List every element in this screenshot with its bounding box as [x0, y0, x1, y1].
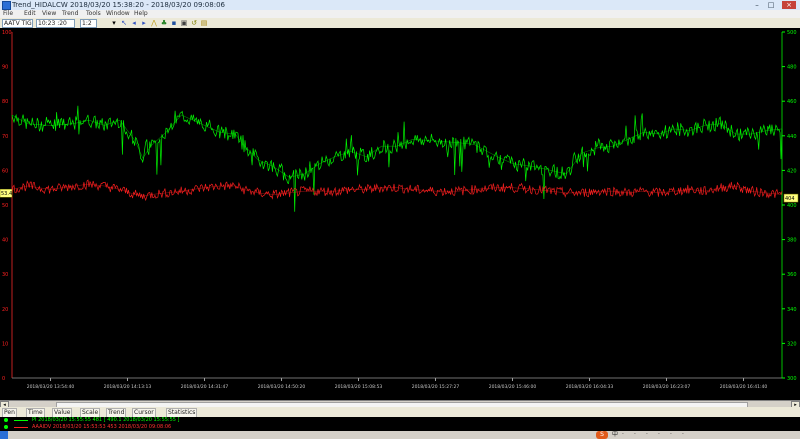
menu-window[interactable]: Window: [106, 10, 130, 18]
menu-trend[interactable]: Trend: [62, 10, 78, 18]
legend-swatch: [14, 427, 28, 428]
menu-help[interactable]: Help: [134, 10, 148, 18]
x-tick-label: 2018/03/20 13:54:40: [27, 384, 75, 390]
x-tick-label: 2018/03/20 15:27:27: [412, 384, 460, 390]
left-tick-label: 0: [2, 376, 5, 382]
legend-text: AAAIDV 2018/03/20 15:53:53 453 2018/03/2…: [32, 424, 172, 430]
x-tick-label: 2018/03/20 16:41:40: [720, 384, 768, 390]
tray-icon[interactable]: ·: [682, 432, 684, 438]
minimize-button[interactable]: –: [752, 1, 762, 9]
left-tick-label: 80: [2, 99, 8, 105]
pen-indicator-icon: [4, 425, 8, 429]
left-tick-label: 40: [2, 238, 8, 244]
right-tick-label: 500: [787, 30, 797, 36]
left-tick-label: 10: [2, 341, 8, 347]
right-tick-label: 420: [787, 168, 797, 174]
left-tick-label: 50: [2, 203, 8, 209]
print-icon[interactable]: ▤: [200, 19, 208, 27]
ime-icon[interactable]: S: [596, 431, 608, 439]
app-icon: [2, 1, 11, 10]
pen-legend: PI 2018/03/20 15:55:55 481 [ 490.1 2018/…: [0, 417, 800, 431]
right-tick-label: 400: [787, 203, 797, 209]
menu-bar: File Edit View Trend Tools Window Help: [0, 10, 800, 18]
pan-right-icon[interactable]: ▸: [140, 19, 148, 27]
tag-field[interactable]: AATV TIG: [2, 19, 33, 28]
maximize-button[interactable]: □: [766, 1, 776, 9]
series-line-aaaidv: [11, 179, 783, 202]
close-button[interactable]: ×: [782, 1, 796, 9]
left-tick-label: 70: [2, 134, 8, 140]
tray-icon[interactable]: ·: [622, 432, 624, 438]
menu-tools[interactable]: Tools: [86, 10, 101, 18]
x-tick-label: 2018/03/20 14:13:13: [104, 384, 152, 390]
menu-view[interactable]: View: [42, 10, 56, 18]
tray-icon[interactable]: ·: [634, 432, 636, 438]
right-tick-label: 440: [787, 134, 797, 140]
window-title: Trend_HIDALCW 2018/03/20 15:38:20 - 2018…: [12, 1, 225, 9]
refresh-icon[interactable]: ↺: [190, 19, 198, 27]
start-icon[interactable]: [0, 431, 8, 439]
right-tick-label: 300: [787, 376, 797, 382]
right-tick-label: 460: [787, 99, 797, 105]
legend-text: PI 2018/03/20 15:55:55 481 [ 490.1 2018/…: [32, 417, 180, 423]
left-tick-label: 20: [2, 307, 8, 313]
chevron-down-icon[interactable]: ▾: [110, 19, 118, 27]
tray-icon[interactable]: ·: [646, 432, 648, 438]
tray-icon[interactable]: ·: [658, 432, 660, 438]
right-tick-label: 340: [787, 307, 797, 313]
left-tick-label: 30: [2, 272, 8, 278]
legend-row[interactable]: AAAIDV 2018/03/20 15:53:53 453 2018/03/2…: [0, 424, 600, 431]
cursor-icon[interactable]: ↖: [120, 19, 128, 27]
pan-left-icon[interactable]: ◂: [130, 19, 138, 27]
legend-swatch: [14, 420, 28, 421]
legend-row[interactable]: PI 2018/03/20 15:55:55 481 [ 490.1 2018/…: [0, 417, 600, 424]
taskbar: S 中 · · · · · ·: [0, 431, 800, 439]
x-tick-label: 2018/03/20 16:23:07: [643, 384, 691, 390]
flag-icon[interactable]: ▪: [170, 19, 178, 27]
zoom-icon[interactable]: ▣: [180, 19, 188, 27]
left-tick-label: 90: [2, 65, 8, 71]
series-trend-pi: [11, 114, 783, 178]
right-current-value: 404: [785, 196, 795, 202]
trend-icon[interactable]: ⋀: [150, 19, 158, 27]
x-tick-label: 2018/03/20 15:08:53: [335, 384, 383, 390]
right-tick-label: 480: [787, 65, 797, 71]
right-tick-label: 380: [787, 238, 797, 244]
right-tick-label: 320: [787, 341, 797, 347]
ime-lang-label[interactable]: 中: [612, 432, 618, 438]
left-tick-label: 60: [2, 168, 8, 174]
series-line-pi: [11, 105, 783, 212]
menu-file[interactable]: File: [3, 10, 13, 18]
x-tick-label: 2018/03/20 15:46:00: [489, 384, 537, 390]
series-trend-aaaidv: [11, 183, 783, 197]
tray-icon[interactable]: ·: [670, 432, 672, 438]
x-tick-label: 2018/03/20 14:31:47: [181, 384, 229, 390]
extra-field[interactable]: 1:2: [80, 19, 97, 28]
pen-indicator-icon: [4, 418, 8, 422]
menu-edit[interactable]: Edit: [24, 10, 36, 18]
trend-plot: 1009080706050403020100500480460440420400…: [0, 30, 799, 390]
trend-chart[interactable]: 100 90 80 70 60 50 40 30 20 10 0 500 480 460 440 420 400…: [0, 28, 800, 400]
scale-icon[interactable]: ♣: [160, 19, 168, 27]
left-tick-label: 100: [2, 30, 12, 36]
x-tick-label: 2018/03/20 14:50:20: [258, 384, 306, 390]
left-current-value: 53.4: [1, 191, 12, 197]
interval-field[interactable]: 10:23 :20: [36, 19, 75, 28]
x-tick-label: 2018/03/20 16:04:33: [566, 384, 614, 390]
right-tick-label: 360: [787, 272, 797, 278]
